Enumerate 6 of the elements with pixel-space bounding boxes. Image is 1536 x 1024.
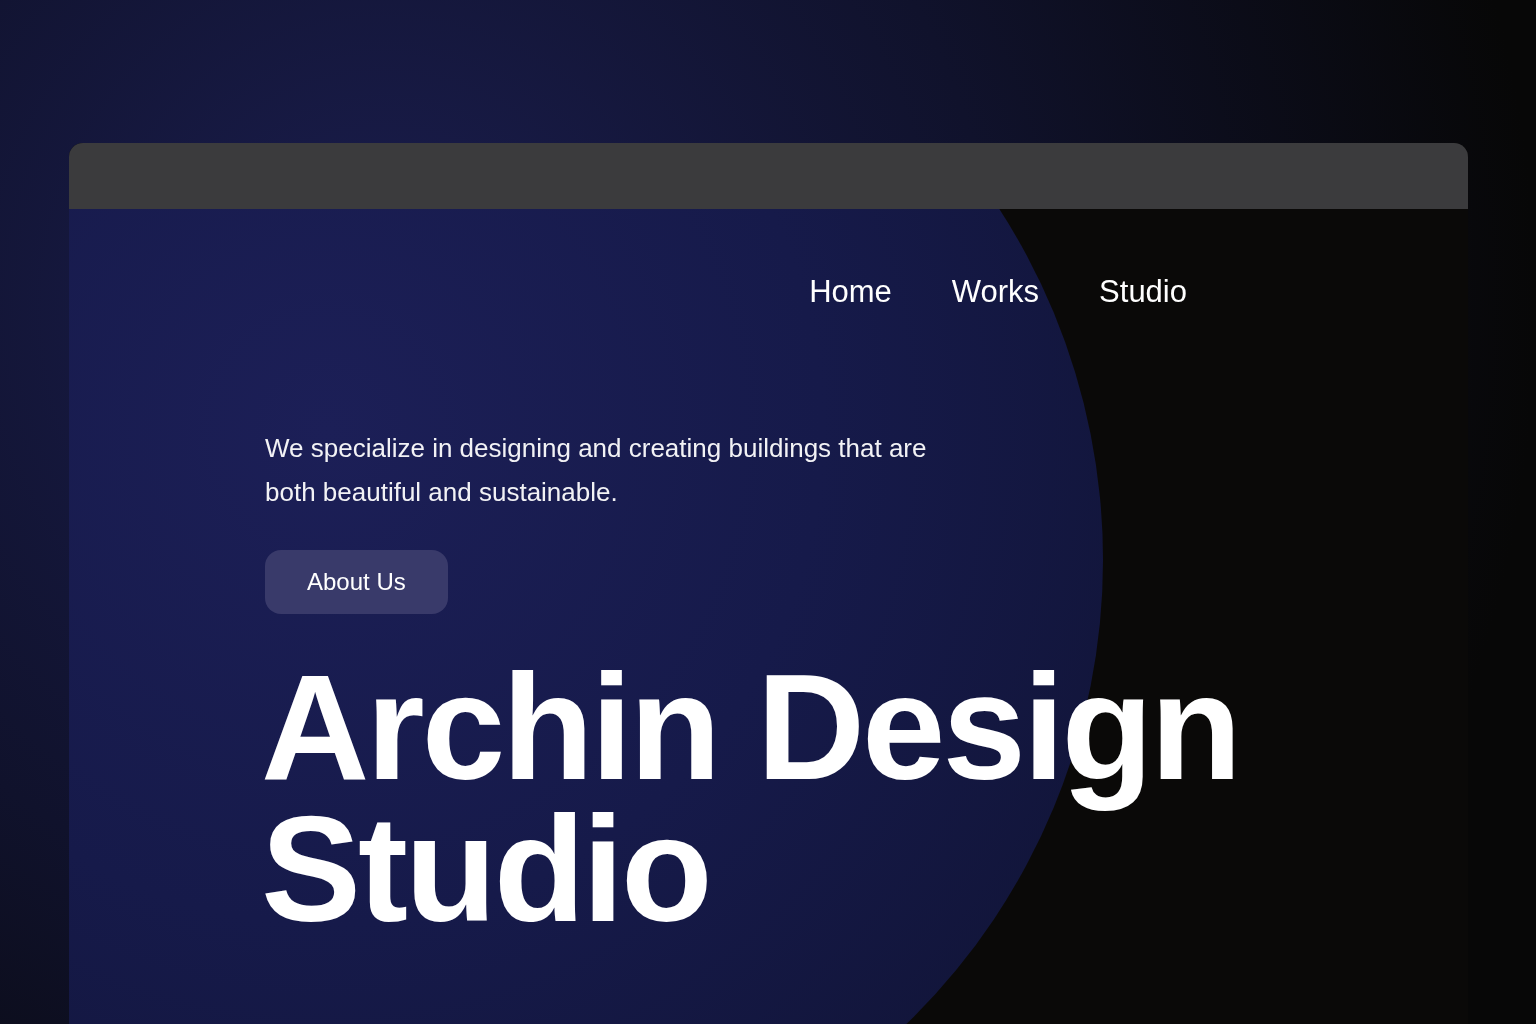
nav-link[interactable]: Works bbox=[951, 269, 1040, 316]
tagline: We specialize in designing and creating buildings that are both beautiful and sustainable. bbox=[265, 431, 928, 509]
nav-link[interactable]: Home bbox=[809, 269, 892, 316]
hero-heading: Archin Design Studio bbox=[261, 655, 1240, 940]
about-button[interactable]: About Us bbox=[265, 549, 448, 614]
nav-link[interactable]: Studio bbox=[1099, 269, 1187, 316]
